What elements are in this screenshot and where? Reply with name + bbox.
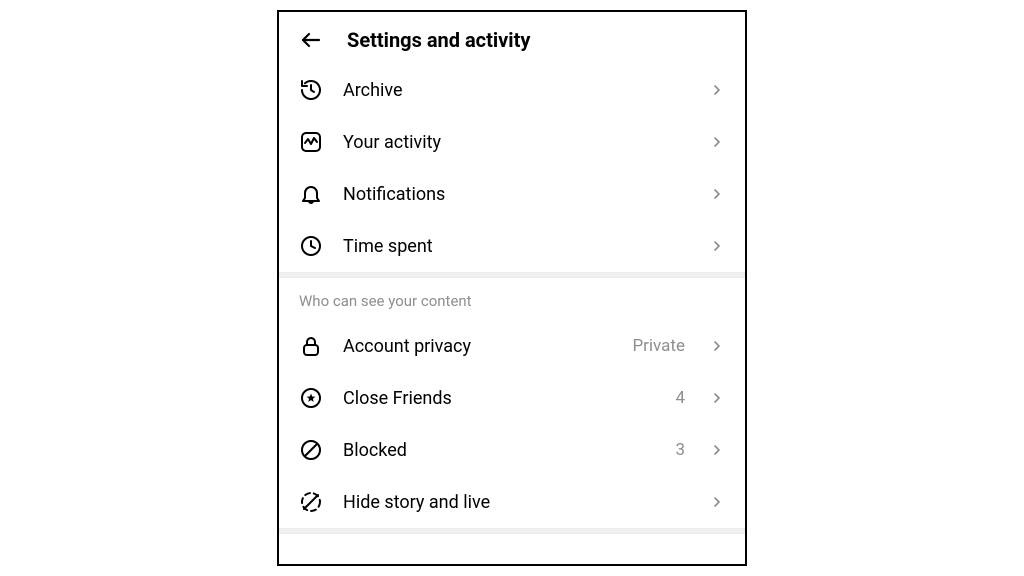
row-close-friends[interactable]: Close Friends 4	[279, 372, 745, 424]
row-value: 4	[675, 388, 685, 408]
blocked-icon	[299, 438, 323, 462]
chevron-right-icon	[709, 238, 725, 254]
row-archive[interactable]: Archive	[279, 64, 745, 116]
row-label: Your activity	[343, 132, 689, 153]
lock-icon	[299, 334, 323, 358]
page-title: Settings and activity	[347, 28, 530, 52]
row-value: Private	[632, 336, 685, 356]
section-divider	[279, 528, 745, 534]
row-label: Archive	[343, 80, 689, 101]
settings-panel: Settings and activity Archive Your activ…	[277, 10, 747, 566]
chevron-right-icon	[709, 494, 725, 510]
header: Settings and activity	[279, 12, 745, 64]
row-label: Close Friends	[343, 388, 655, 409]
row-value: 3	[675, 440, 685, 460]
row-time-spent[interactable]: Time spent	[279, 220, 745, 272]
row-label: Account privacy	[343, 336, 612, 357]
bell-icon	[299, 182, 323, 206]
chevron-right-icon	[709, 134, 725, 150]
hide-story-icon	[299, 490, 323, 514]
activity-icon	[299, 130, 323, 154]
row-label: Hide story and live	[343, 492, 689, 513]
row-hide-story[interactable]: Hide story and live	[279, 476, 745, 528]
chevron-right-icon	[709, 338, 725, 354]
chevron-right-icon	[709, 82, 725, 98]
row-account-privacy[interactable]: Account privacy Private	[279, 320, 745, 372]
row-notifications[interactable]: Notifications	[279, 168, 745, 220]
section-header: Who can see your content	[279, 278, 745, 320]
chevron-right-icon	[709, 186, 725, 202]
row-label: Time spent	[343, 236, 689, 257]
star-circle-icon	[299, 386, 323, 410]
clock-icon	[299, 234, 323, 258]
row-blocked[interactable]: Blocked 3	[279, 424, 745, 476]
row-label: Blocked	[343, 440, 655, 461]
row-label: Notifications	[343, 184, 689, 205]
row-your-activity[interactable]: Your activity	[279, 116, 745, 168]
archive-icon	[299, 78, 323, 102]
back-icon[interactable]	[299, 28, 323, 52]
chevron-right-icon	[709, 390, 725, 406]
chevron-right-icon	[709, 442, 725, 458]
